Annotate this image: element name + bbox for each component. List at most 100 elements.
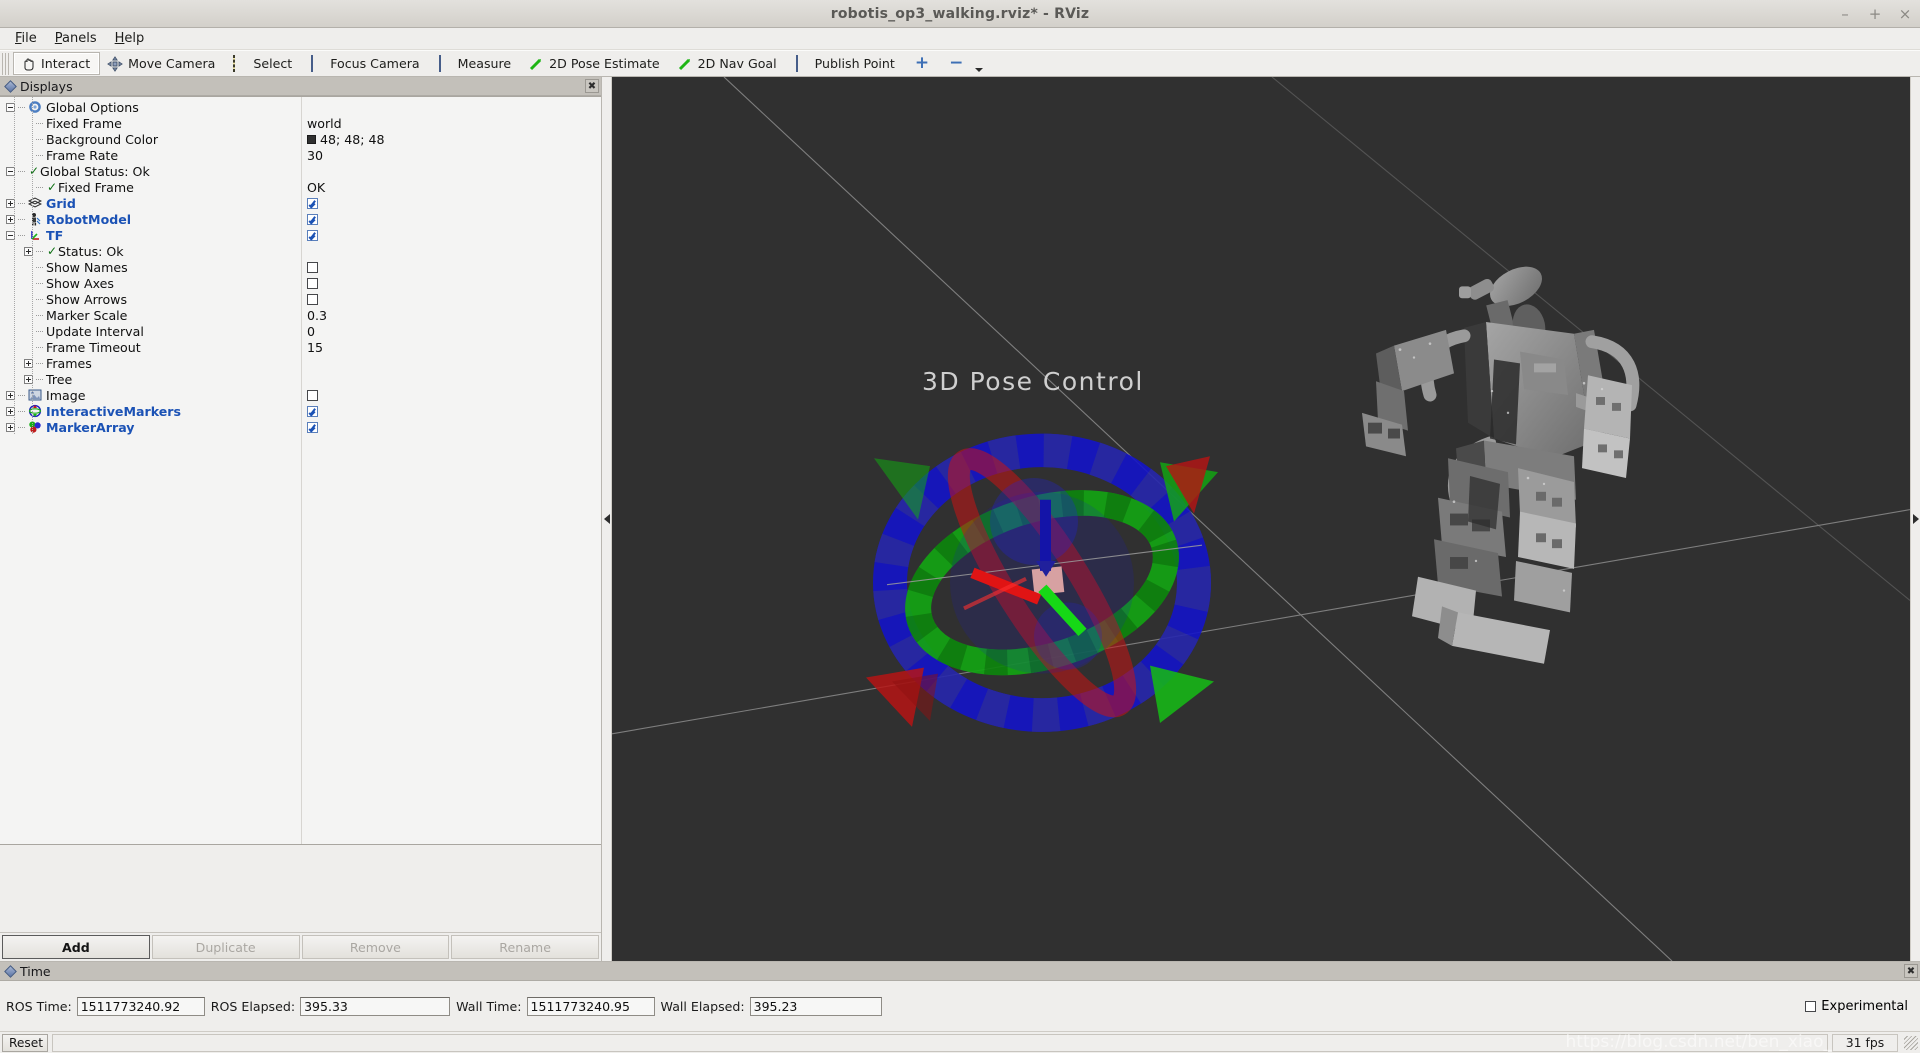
tree-connector: [18, 426, 26, 428]
tree-row[interactable]: ✓ Status: Ok: [0, 243, 601, 259]
tree-row[interactable]: Frame Rate 30: [0, 147, 601, 163]
reset-button[interactable]: Reset: [2, 1033, 48, 1052]
tree-row[interactable]: Frame Timeout 15: [0, 339, 601, 355]
remove-tool-button[interactable]: −: [939, 55, 973, 72]
tree-row[interactable]: Show Arrows: [0, 291, 601, 307]
color-swatch[interactable]: [307, 134, 316, 144]
tree-row-value-cell: [301, 227, 601, 243]
rename-button[interactable]: Rename: [451, 935, 599, 959]
tree-row-label-cell: Frame Timeout: [0, 339, 301, 355]
enable-checkbox[interactable]: [307, 293, 318, 305]
tool-2d-nav-goal[interactable]: 2D Nav Goal: [670, 52, 787, 75]
wall-elapsed-input[interactable]: [749, 996, 882, 1016]
tree-item-value[interactable]: OK: [307, 180, 325, 195]
collapse-right-panel-handle[interactable]: [1910, 77, 1920, 961]
tree-item-value[interactable]: 0: [307, 324, 315, 339]
tree-row[interactable]: InteractiveMarkers: [0, 403, 601, 419]
toolbar-drag-handle[interactable]: [2, 52, 10, 75]
displays-tree-container[interactable]: Global Options Fixed Frame world Background…: [0, 96, 601, 845]
tree-item-value[interactable]: 15: [307, 340, 323, 355]
enable-checkbox[interactable]: [307, 405, 318, 417]
tree-row[interactable]: Show Names: [0, 259, 601, 275]
displays-panel-title: Displays: [20, 78, 73, 94]
tool-measure[interactable]: Measure: [430, 52, 522, 75]
tool-focus-camera-label: Focus Camera: [330, 56, 420, 71]
experimental-toggle[interactable]: Experimental: [1805, 999, 1914, 1014]
add-button[interactable]: Add: [2, 935, 150, 959]
tool-publish-point[interactable]: Publish Point: [787, 52, 905, 75]
tool-interact[interactable]: Interact: [13, 52, 101, 75]
add-tool-button[interactable]: +: [905, 55, 939, 72]
tool-2d-pose-estimate[interactable]: 2D Pose Estimate: [521, 52, 670, 75]
tree-connector: [18, 394, 26, 396]
close-icon[interactable]: ✖: [585, 79, 599, 93]
duplicate-button[interactable]: Duplicate: [151, 935, 300, 959]
tool-2d-nav-goal-label: 2D Nav Goal: [697, 56, 777, 71]
tree-row[interactable]: Tree: [0, 371, 601, 387]
tree-row[interactable]: Grid: [0, 195, 601, 211]
tree-row-label-cell: ✓ Global Status: Ok: [0, 163, 301, 179]
tree-row[interactable]: Show Axes: [0, 275, 601, 291]
resize-grip[interactable]: [1904, 1035, 1918, 1050]
tree-guide-line: [14, 97, 15, 435]
tree-row[interactable]: MarkerArray: [0, 419, 601, 435]
tree-row[interactable]: RobotModel: [0, 211, 601, 227]
tool-select[interactable]: Select: [225, 52, 302, 75]
maximize-button[interactable]: +: [1868, 6, 1882, 22]
enable-checkbox[interactable]: [307, 277, 318, 289]
experimental-checkbox[interactable]: [1805, 1000, 1817, 1012]
close-button[interactable]: ×: [1898, 6, 1912, 22]
menu-file[interactable]: File: [6, 29, 46, 48]
tree-row[interactable]: ✓ Global Status: Ok: [0, 163, 601, 179]
tool-move-camera[interactable]: Move Camera: [100, 52, 225, 75]
enable-checkbox[interactable]: [307, 229, 318, 241]
tree-connector: [36, 266, 44, 268]
3d-viewport[interactable]: 3D Pose Control: [612, 77, 1910, 961]
menu-panels[interactable]: Panels: [46, 29, 106, 48]
green-arrow-icon: [528, 56, 544, 72]
displays-button-row: Add Duplicate Remove Rename: [0, 933, 601, 961]
tree-item-label: Frame Rate: [46, 147, 119, 163]
enable-checkbox[interactable]: [307, 421, 318, 433]
tree-item-value[interactable]: world: [307, 116, 342, 131]
ros-time-label: ROS Time:: [6, 998, 72, 1014]
tree-item-value[interactable]: 30: [307, 148, 323, 163]
robot-icon: [28, 212, 42, 226]
tree-row[interactable]: Image: [0, 387, 601, 403]
tree-item-label: InteractiveMarkers: [46, 403, 182, 419]
image-icon: [28, 388, 42, 402]
tool-focus-camera[interactable]: Focus Camera: [302, 52, 429, 75]
tree-row[interactable]: Global Options: [0, 99, 601, 115]
tree-row-label-cell: TF: [0, 227, 301, 243]
enable-checkbox[interactable]: [307, 213, 318, 225]
tree-row[interactable]: Frames: [0, 355, 601, 371]
select-rect-icon: [232, 54, 248, 72]
ros-elapsed-input[interactable]: [300, 996, 451, 1016]
tree-row-value-cell: [301, 371, 601, 387]
tree-row-label-cell: ✓ Status: Ok: [0, 243, 301, 259]
tree-row[interactable]: TF: [0, 227, 601, 243]
tree-item-value[interactable]: 0.3: [307, 308, 327, 323]
tree-row[interactable]: Background Color 48; 48; 48: [0, 131, 601, 147]
ros-time-field: ROS Time:: [6, 996, 205, 1016]
enable-checkbox[interactable]: [307, 197, 318, 209]
tree-row[interactable]: Marker Scale 0.3: [0, 307, 601, 323]
collapse-left-panel-handle[interactable]: [602, 77, 612, 961]
tree-item-label: Status: Ok: [58, 243, 124, 259]
menu-help[interactable]: Help: [106, 29, 154, 48]
wall-elapsed-field: Wall Elapsed:: [661, 996, 882, 1016]
tree-connector: [18, 218, 26, 220]
wall-time-input[interactable]: [526, 996, 655, 1016]
enable-checkbox[interactable]: [307, 261, 318, 273]
chevron-down-icon[interactable]: [973, 52, 985, 75]
minimize-button[interactable]: –: [1838, 6, 1852, 22]
tree-row[interactable]: ✓ Fixed Frame OK: [0, 179, 601, 195]
time-panel-title: Time: [20, 963, 51, 979]
tree-row[interactable]: Update Interval 0: [0, 323, 601, 339]
remove-button[interactable]: Remove: [301, 935, 450, 959]
close-icon[interactable]: ✖: [1904, 964, 1918, 978]
tree-row[interactable]: Fixed Frame world: [0, 115, 601, 131]
enable-checkbox[interactable]: [307, 389, 318, 401]
tree-item-label: Marker Scale: [46, 307, 128, 323]
ros-time-input[interactable]: [76, 996, 205, 1016]
